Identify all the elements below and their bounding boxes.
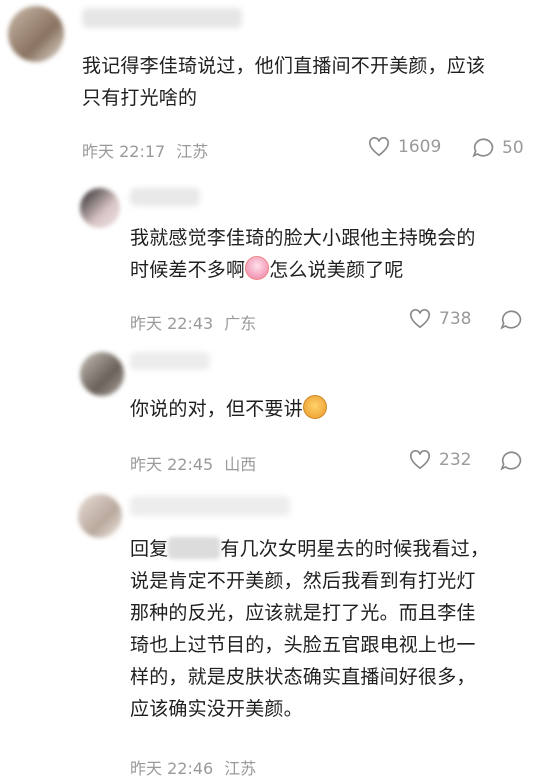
comment-line: 我就感觉李佳琦的脸大小跟他主持晚会的 [130,227,476,249]
comment-text-part: 有几次女明星去的时候我看过， [220,538,490,560]
comment-text: 回复 有几次女明星去的时候我看过， 说是肯定不开美颜，然后我看到有打光灯 那种的反… [130,533,530,725]
comment-line: 我记得李佳琦说过，他们直播间不开美颜，应该 [82,55,486,77]
reply-prefix: 回复 [130,538,169,560]
comment-text: 我记得李佳琦说过，他们直播间不开美颜，应该 只有打光啥的 [82,50,532,114]
comment-time: 昨天 22:17 [82,142,166,161]
comment-meta: 昨天 22:43 广东 [130,310,256,334]
comment-time: 昨天 22:43 [130,314,214,333]
comment-text-part: 怎么说美颜了呢 [269,259,404,281]
heart-icon [410,309,430,329]
comment-line: 说是肯定不开美颜，然后我看到有打光灯 [130,570,476,592]
comment-location: 广东 [224,314,257,333]
reply-button[interactable]: 50 [472,137,524,158]
comment-bubble-icon [500,310,522,330]
heart-icon [369,137,389,157]
comment-line: 时候差不多啊 怎么说美颜了呢 [130,254,530,286]
comment-time: 昨天 22:45 [130,455,214,474]
like-count: 738 [439,309,472,329]
comment-bubble-icon [472,138,494,158]
comment-location: 山西 [224,455,257,474]
like-button[interactable]: 1609 [368,137,441,157]
reply-button[interactable] [500,450,522,471]
comment-line: 应该确实没开美颜。 [130,698,303,720]
heart-icon [410,450,430,470]
comment-bubble-icon [500,451,522,471]
mentioned-user-blurred[interactable] [168,537,221,559]
comment-time: 昨天 22:46 [130,759,214,778]
username-blurred[interactable] [130,352,210,370]
avatar[interactable] [80,352,124,396]
avatar[interactable] [80,188,120,228]
smirk-emoji-icon [302,395,327,419]
comment-location: 江苏 [176,142,209,161]
comment-line: 只有打光啥的 [82,87,198,109]
comment-line: 回复 有几次女明星去的时候我看过， [130,533,530,565]
like-button[interactable]: 232 [409,450,471,470]
comment-text: 你说的对，但不要讲 [130,393,530,425]
comment-line: 那种的反光，应该就是打了光。而且李佳 [130,602,476,624]
comment-meta: 昨天 22:46 江苏 [130,755,256,779]
comment-line: 样的，就是皮肤状态确实直播间好很多， [130,666,476,688]
username-blurred[interactable] [82,8,242,28]
comment-text: 我就感觉李佳琦的脸大小跟他主持晚会的 时候差不多啊 怎么说美颜了呢 [130,222,530,286]
comment-text-part: 时候差不多啊 [130,259,246,281]
username-blurred[interactable] [130,188,200,206]
reply-button[interactable] [500,309,522,330]
comment-meta: 昨天 22:17 江苏 [82,138,208,162]
comment-location: 江苏 [224,759,257,778]
avatar[interactable] [8,6,64,62]
like-count: 232 [439,450,472,470]
username-blurred[interactable] [130,496,290,516]
like-count: 1609 [398,137,442,157]
crying-face-emoji-icon [245,256,270,280]
comment-line: 琦也上过节目的，头脸五官跟电视上也一 [130,634,476,656]
comment-meta: 昨天 22:45 山西 [130,451,256,475]
comment-line: 你说的对，但不要讲 [130,398,303,420]
like-button[interactable]: 738 [409,309,471,329]
reply-count: 50 [502,137,524,158]
avatar[interactable] [78,494,122,538]
